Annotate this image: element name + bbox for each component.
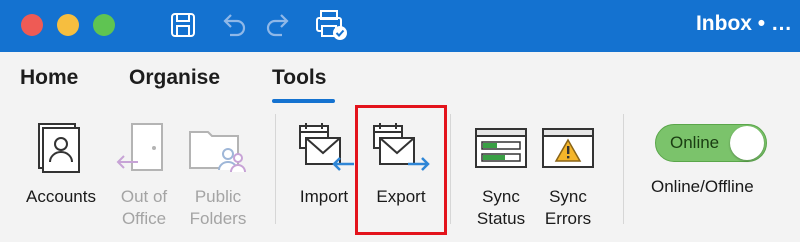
export-highlight-box [355,105,447,235]
ribbon-tabs: Home Organise Tools [0,52,800,108]
redo-icon[interactable] [264,10,294,40]
public-folders-button[interactable]: Public Folders [183,118,253,228]
toggle-knob [730,126,764,160]
sync-errors-label-line2: Errors [544,209,592,228]
tab-tools[interactable]: Tools [272,66,326,90]
sync-errors-icon [542,128,594,168]
public-folders-label-line1: Public [194,187,242,206]
import-label: Import [299,187,349,206]
print-icon[interactable] [314,8,350,42]
public-folders-label-line2: Folders [189,209,247,228]
sync-errors-label-line1: Sync [549,187,587,206]
maximize-window-button[interactable] [93,14,115,36]
sync-status-label-line1: Sync [482,187,520,206]
ribbon-separator [275,114,276,224]
sync-status-label-line2: Status [476,209,526,228]
accounts-button[interactable]: Accounts [15,118,107,228]
accounts-label: Accounts [26,187,96,206]
close-window-button[interactable] [21,14,43,36]
save-icon[interactable] [168,10,198,40]
out-of-office-label-line2: Office [121,209,167,228]
minimize-window-button[interactable] [57,14,79,36]
out-of-office-button[interactable]: Out of Office [110,118,178,228]
import-icon [299,123,354,171]
tab-organise[interactable]: Organise [129,66,220,90]
out-of-office-icon [116,123,163,171]
online-offline-label: Online/Offline [651,177,754,196]
title-bar: Inbox • … [0,0,800,52]
sync-status-button[interactable]: Sync Status [470,118,532,228]
import-button[interactable]: Import [292,118,356,228]
out-of-office-label-line1: Out of [120,187,168,206]
toggle-state-label: Online [670,133,720,152]
online-offline-toggle[interactable]: Online [655,124,767,162]
window-title: Inbox • … [695,12,792,35]
tab-home[interactable]: Home [20,66,78,90]
sync-status-icon [475,128,527,168]
undo-icon[interactable] [218,10,248,40]
sync-errors-button[interactable]: Sync Errors [537,118,599,228]
ribbon-separator [623,114,624,224]
active-tab-indicator [272,99,335,103]
ribbon-separator [450,114,451,224]
accounts-icon [38,123,80,173]
public-folders-icon [189,131,246,173]
